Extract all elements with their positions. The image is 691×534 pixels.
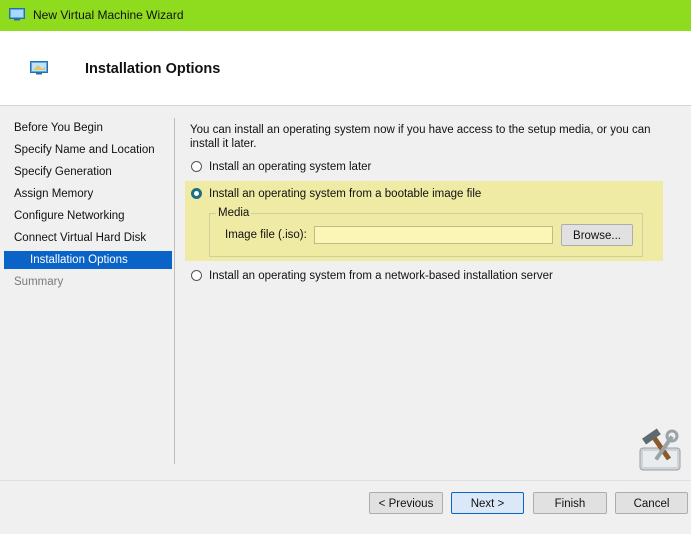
intro-text: You can install an operating system now …	[190, 124, 651, 150]
monitor-icon	[30, 61, 48, 75]
window-title: New Virtual Machine Wizard	[33, 8, 184, 22]
radio-button-selected[interactable]	[191, 188, 202, 199]
monitor-icon	[9, 8, 25, 21]
cancel-button[interactable]: Cancel	[615, 492, 688, 514]
sidebar-divider	[174, 118, 175, 464]
sidebar-item-specify-generation[interactable]: Specify Generation	[0, 163, 172, 181]
option-label: Install an operating system from a netwo…	[209, 270, 553, 282]
sidebar-item-before-you-begin[interactable]: Before You Begin	[0, 119, 172, 137]
sidebar-item-specify-name-location[interactable]: Specify Name and Location	[0, 141, 172, 159]
radio-button[interactable]	[191, 270, 202, 281]
hammer-wrench-logo-icon	[639, 428, 681, 471]
option-label: Install an operating system later	[209, 161, 372, 173]
sidebar-item-assign-memory[interactable]: Assign Memory	[0, 185, 172, 203]
option-label: Install an operating system from a boota…	[209, 188, 482, 200]
next-button[interactable]: Next >	[451, 492, 524, 514]
sidebar-item-summary: Summary	[14, 276, 64, 288]
wizard-header: Installation Options	[0, 31, 691, 106]
finish-button[interactable]: Finish	[533, 492, 607, 514]
radio-button[interactable]	[191, 161, 202, 172]
previous-button[interactable]: < Previous	[369, 492, 443, 514]
image-file-label: Image file (.iso):	[225, 229, 307, 241]
media-group-legend: Media	[216, 207, 252, 219]
image-file-input[interactable]	[314, 226, 553, 244]
page-title: Installation Options	[85, 61, 221, 77]
sidebar-item-installation-options[interactable]: Installation Options	[4, 251, 172, 269]
browse-button[interactable]: Browse...	[561, 224, 633, 246]
sidebar-item-connect-virtual-hard-disk[interactable]: Connect Virtual Hard Disk	[0, 229, 172, 247]
footer-divider	[0, 480, 691, 481]
sidebar-item-configure-networking[interactable]: Configure Networking	[0, 207, 172, 225]
title-bar: New Virtual Machine Wizard	[0, 0, 691, 31]
